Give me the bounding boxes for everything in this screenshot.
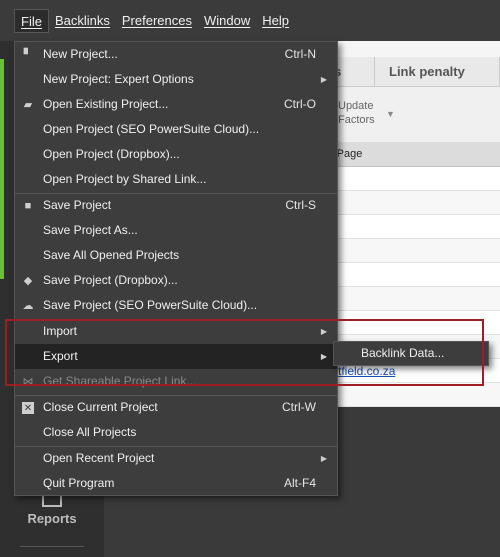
menu-item-shortcut: Ctrl-N [284, 47, 316, 61]
update-factors-label-line2: Factors [338, 114, 375, 126]
menu-item-label: New Project: Expert Options [43, 72, 194, 86]
close-icon: ✕ [22, 402, 34, 414]
menu-item-label: Get Shareable Project Link... [43, 374, 197, 388]
sidebar-active-indicator [0, 59, 4, 279]
dropbox-icon: ◆ [23, 274, 33, 287]
menu-item-label: New Project... [43, 47, 118, 61]
menu-item-import[interactable]: Import ▶ [15, 319, 337, 344]
menu-item-new-project[interactable]: ▘ New Project... Ctrl-N [15, 42, 337, 67]
update-factors-button[interactable]: Update Factors ▼ [338, 99, 395, 127]
file-menu-dropdown: ▘ New Project... Ctrl-N New Project: Exp… [14, 41, 338, 496]
menu-item-shortcut: Ctrl-S [285, 198, 316, 212]
sidebar-item-reports[interactable]: Reports [10, 491, 94, 526]
share-icon: ⋈ [22, 375, 34, 388]
sidebar-item-label: Reports [27, 511, 77, 526]
link-page-url[interactable]: tfield.co.za [338, 364, 395, 378]
menu-item-label: Open Recent Project [43, 451, 155, 465]
menu-item-save-dropbox[interactable]: ◆ Save Project (Dropbox)... [15, 268, 337, 293]
menu-item-backlink-data[interactable]: Backlink Data... [334, 342, 488, 365]
menu-window[interactable]: Window [198, 9, 256, 33]
menu-help[interactable]: Help [256, 9, 295, 33]
tab-link-penalty-risks[interactable]: Link penalty risks [374, 57, 500, 109]
menu-item-save-project[interactable]: ■ Save Project Ctrl-S [15, 193, 337, 218]
chevron-down-icon: ▼ [386, 109, 395, 119]
menu-item-label: Open Project (SEO PowerSuite Cloud)... [43, 122, 260, 136]
save-icon: ■ [24, 199, 32, 212]
menu-bar: File Backlinks Preferences Window Help [0, 0, 500, 41]
menu-item-save-all[interactable]: Save All Opened Projects [15, 243, 337, 268]
menu-item-label: Import [43, 324, 78, 338]
menu-item-label: Save Project As... [43, 223, 138, 237]
menu-item-save-as[interactable]: Save Project As... [15, 218, 337, 243]
menu-item-shortcut: Ctrl-W [282, 400, 316, 414]
menu-preferences[interactable]: Preferences [116, 9, 198, 33]
update-factors-label-line1: Update [338, 100, 374, 112]
menu-item-get-shareable-link: ⋈ Get Shareable Project Link... [15, 369, 337, 394]
menu-item-label: Save Project [43, 198, 112, 212]
submenu-arrow-icon: ▶ [320, 454, 327, 463]
menu-item-label: Export [43, 349, 78, 363]
menu-item-quit[interactable]: Quit Program Alt-F4 [15, 471, 337, 496]
menu-item-label: Close All Projects [43, 425, 137, 439]
menu-item-label: Quit Program [43, 476, 115, 490]
submenu-arrow-icon: ▶ [320, 327, 327, 336]
folder-icon: ▰ [23, 98, 33, 111]
submenu-arrow-icon: ▶ [320, 352, 327, 361]
cloud-icon: ☁ [22, 299, 34, 312]
export-submenu: Backlink Data... [333, 341, 489, 366]
menu-item-open-existing[interactable]: ▰ Open Existing Project... Ctrl-O [15, 92, 337, 117]
menu-item-close-current[interactable]: ✕ Close Current Project Ctrl-W [15, 395, 337, 420]
menu-item-open-cloud[interactable]: Open Project (SEO PowerSuite Cloud)... [15, 117, 337, 142]
submenu-arrow-icon: ▶ [320, 75, 327, 84]
menu-item-new-project-expert[interactable]: New Project: Expert Options ▶ [15, 67, 337, 92]
menu-item-label: Open Project by Shared Link... [43, 172, 207, 186]
menu-item-label: Open Existing Project... [43, 97, 169, 111]
menu-item-shortcut: Ctrl-O [284, 97, 316, 111]
menu-item-save-cloud[interactable]: ☁ Save Project (SEO PowerSuite Cloud)... [15, 293, 337, 318]
sidebar-divider [20, 546, 84, 547]
menu-item-label: Save Project (SEO PowerSuite Cloud)... [43, 298, 258, 312]
menu-file[interactable]: File [14, 8, 49, 33]
menu-item-label: Save Project (Dropbox)... [43, 273, 178, 287]
menu-item-open-dropbox[interactable]: Open Project (Dropbox)... [15, 142, 337, 167]
menu-item-shortcut: Alt-F4 [283, 476, 316, 490]
menu-item-label: Save All Opened Projects [43, 248, 180, 262]
menu-item-label: Close Current Project [43, 400, 158, 414]
menu-item-label: Open Project (Dropbox)... [43, 147, 180, 161]
menu-item-close-all[interactable]: Close All Projects [15, 420, 337, 445]
menu-item-export[interactable]: Export ▶ [15, 344, 337, 369]
menu-backlinks[interactable]: Backlinks [49, 9, 116, 33]
menu-item-open-shared-link[interactable]: Open Project by Shared Link... [15, 167, 337, 192]
file-icon: ▘ [23, 48, 33, 61]
menu-item-open-recent[interactable]: Open Recent Project ▶ [15, 446, 337, 471]
